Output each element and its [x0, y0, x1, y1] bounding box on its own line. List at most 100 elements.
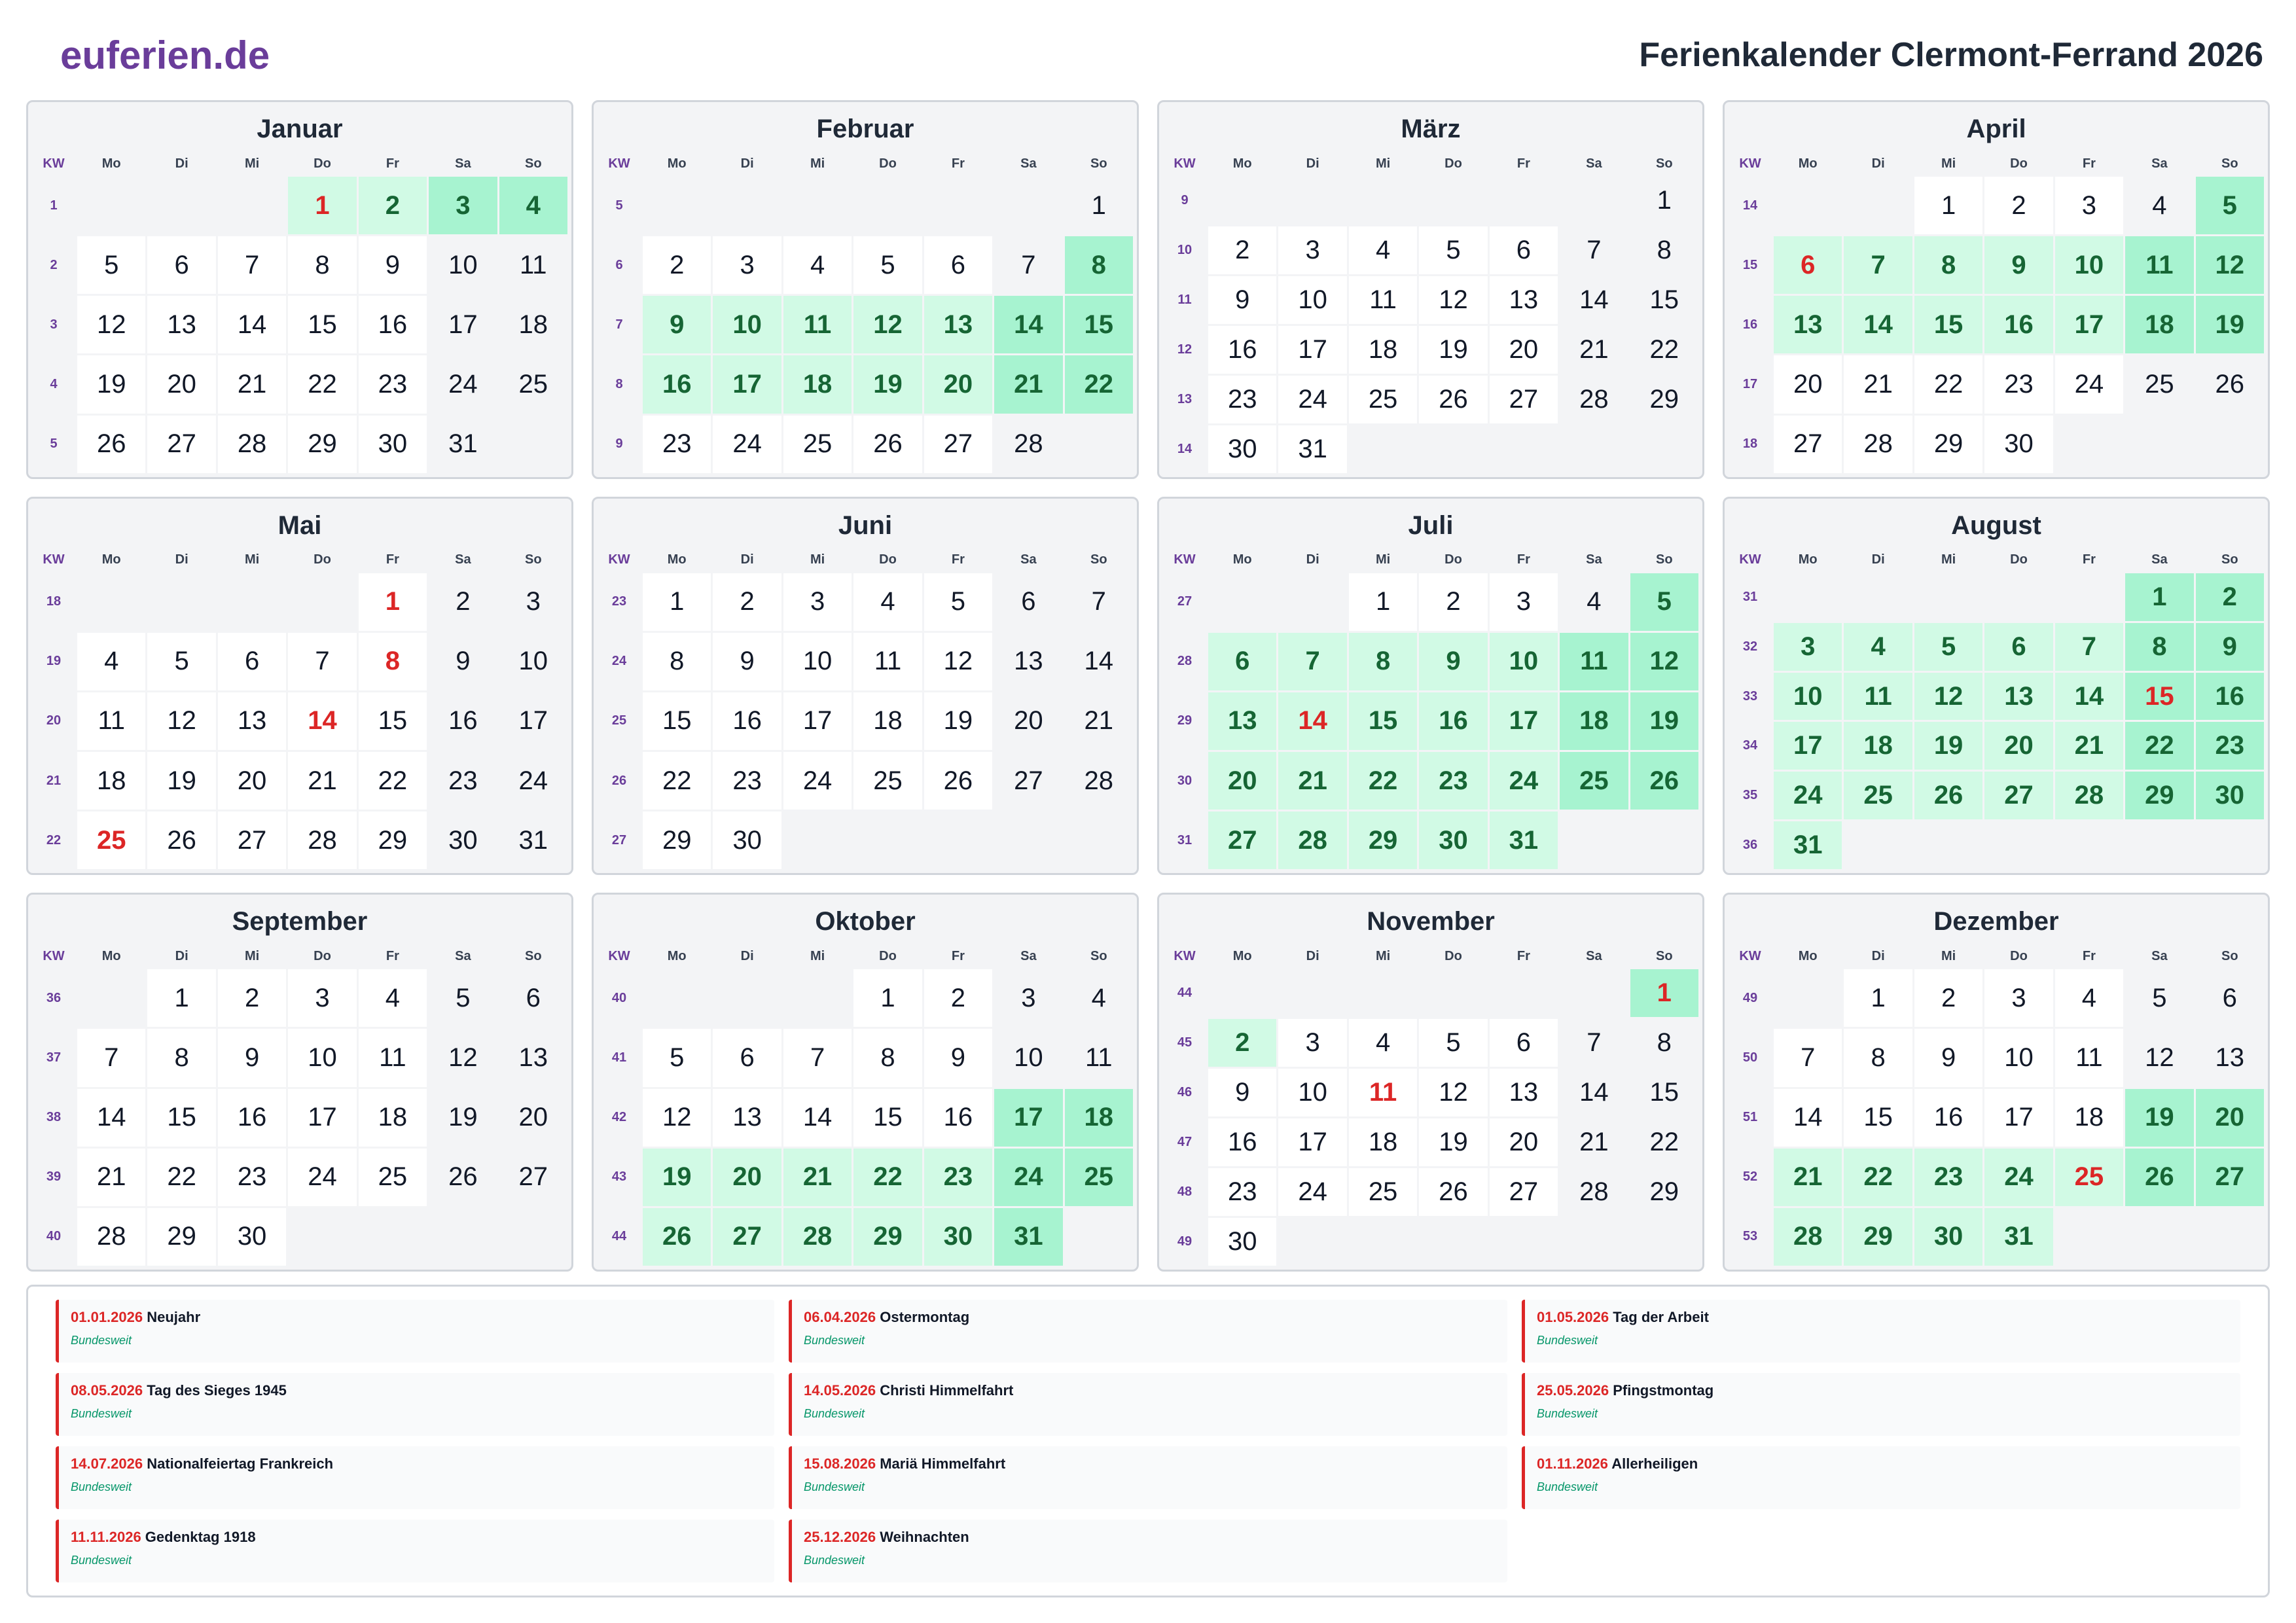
- day-cell[interactable]: 3: [288, 969, 357, 1027]
- day-cell[interactable]: 15: [288, 296, 357, 354]
- vacation-day-cell[interactable]: 5: [1630, 573, 1698, 631]
- holiday-day-cell[interactable]: 1: [358, 573, 427, 631]
- day-cell[interactable]: 23: [358, 355, 427, 414]
- day-cell[interactable]: 11: [1064, 1029, 1133, 1087]
- day-cell[interactable]: 2: [217, 969, 287, 1027]
- vacation-day-cell[interactable]: 13: [924, 296, 993, 354]
- day-cell[interactable]: 25: [2125, 355, 2194, 414]
- vacation-day-cell[interactable]: 20: [1208, 752, 1277, 810]
- day-cell[interactable]: 20: [1774, 355, 1842, 414]
- day-cell[interactable]: 22: [643, 752, 711, 810]
- day-cell[interactable]: 1: [1844, 969, 1912, 1027]
- vacation-day-cell[interactable]: 16: [1984, 296, 2053, 354]
- holiday-day-cell[interactable]: 1: [288, 177, 357, 235]
- vacation-day-cell[interactable]: 10: [713, 296, 781, 354]
- day-cell[interactable]: 6: [994, 573, 1063, 631]
- day-cell[interactable]: 7: [288, 632, 357, 690]
- vacation-day-cell[interactable]: 19: [1914, 722, 1983, 770]
- vacation-day-cell[interactable]: 10: [1489, 632, 1558, 690]
- vacation-day-cell[interactable]: 21: [1278, 752, 1347, 810]
- vacation-day-cell[interactable]: 8: [1064, 236, 1133, 294]
- day-cell[interactable]: 24: [783, 752, 852, 810]
- day-cell[interactable]: 7: [1064, 573, 1133, 631]
- day-cell[interactable]: 17: [783, 692, 852, 751]
- day-cell[interactable]: 27: [1489, 375, 1558, 423]
- day-cell[interactable]: 12: [924, 632, 993, 690]
- day-cell[interactable]: 31: [1278, 425, 1347, 473]
- holiday-day-cell[interactable]: 15: [2125, 672, 2194, 721]
- day-cell[interactable]: 22: [358, 752, 427, 810]
- vacation-day-cell[interactable]: 28: [783, 1207, 852, 1266]
- day-cell[interactable]: 24: [1278, 375, 1347, 423]
- vacation-day-cell[interactable]: 27: [1208, 812, 1277, 870]
- day-cell[interactable]: 3: [1278, 1019, 1347, 1067]
- vacation-day-cell[interactable]: 18: [1560, 692, 1628, 751]
- day-cell[interactable]: 4: [853, 573, 922, 631]
- day-cell[interactable]: 7: [1560, 1019, 1628, 1067]
- day-cell[interactable]: 17: [1278, 1118, 1347, 1167]
- day-cell[interactable]: 9: [429, 632, 497, 690]
- holiday-day-cell[interactable]: 6: [1774, 236, 1842, 294]
- day-cell[interactable]: 22: [147, 1148, 216, 1206]
- vacation-day-cell[interactable]: 19: [643, 1148, 711, 1206]
- day-cell[interactable]: 26: [429, 1148, 497, 1206]
- day-cell[interactable]: 28: [1560, 1168, 1628, 1217]
- day-cell[interactable]: 13: [147, 296, 216, 354]
- day-cell[interactable]: 13: [994, 632, 1063, 690]
- vacation-day-cell[interactable]: 6: [1208, 632, 1277, 690]
- vacation-day-cell[interactable]: 30: [1914, 1207, 1983, 1266]
- vacation-day-cell[interactable]: 4: [1844, 622, 1912, 671]
- day-cell[interactable]: 1: [1914, 177, 1983, 235]
- day-cell[interactable]: 1: [643, 573, 711, 631]
- day-cell[interactable]: 23: [643, 415, 711, 473]
- day-cell[interactable]: 24: [1278, 1168, 1347, 1217]
- vacation-day-cell[interactable]: 10: [2054, 236, 2124, 294]
- day-cell[interactable]: 14: [1560, 276, 1628, 324]
- day-cell[interactable]: 12: [2125, 1029, 2194, 1087]
- day-cell[interactable]: 10: [1278, 1069, 1347, 1117]
- vacation-day-cell[interactable]: 12: [1630, 632, 1698, 690]
- brand-logo-text[interactable]: euferien.de: [60, 33, 270, 78]
- day-cell[interactable]: 14: [1560, 1069, 1628, 1117]
- vacation-day-cell[interactable]: 18: [1064, 1088, 1133, 1147]
- day-cell[interactable]: 18: [853, 692, 922, 751]
- day-cell[interactable]: 8: [1630, 1019, 1698, 1067]
- day-cell[interactable]: 13: [217, 692, 287, 751]
- day-cell[interactable]: 27: [147, 415, 216, 473]
- day-cell[interactable]: 19: [147, 752, 216, 810]
- vacation-day-cell[interactable]: 16: [643, 355, 711, 414]
- day-cell[interactable]: 11: [853, 632, 922, 690]
- day-cell[interactable]: 8: [853, 1029, 922, 1087]
- day-cell[interactable]: 19: [429, 1088, 497, 1147]
- vacation-day-cell[interactable]: 30: [924, 1207, 993, 1266]
- holiday-day-cell[interactable]: 14: [1278, 692, 1347, 751]
- day-cell[interactable]: 17: [288, 1088, 357, 1147]
- day-cell[interactable]: 16: [429, 692, 497, 751]
- day-cell[interactable]: 1: [1064, 177, 1133, 235]
- vacation-day-cell[interactable]: 18: [783, 355, 852, 414]
- day-cell[interactable]: 17: [429, 296, 497, 354]
- day-cell[interactable]: 4: [358, 969, 427, 1027]
- day-cell[interactable]: 27: [1774, 415, 1842, 473]
- holiday-day-cell[interactable]: 11: [1348, 1069, 1418, 1117]
- vacation-day-cell[interactable]: 25: [1844, 772, 1912, 820]
- day-cell[interactable]: 26: [147, 812, 216, 870]
- day-cell[interactable]: 18: [499, 296, 567, 354]
- day-cell[interactable]: 25: [1348, 375, 1418, 423]
- day-cell[interactable]: 12: [643, 1088, 711, 1147]
- day-cell[interactable]: 11: [358, 1029, 427, 1087]
- vacation-day-cell[interactable]: 11: [1844, 672, 1912, 721]
- day-cell[interactable]: 29: [288, 415, 357, 473]
- day-cell[interactable]: 7: [994, 236, 1063, 294]
- day-cell[interactable]: 30: [1208, 1218, 1277, 1266]
- day-cell[interactable]: 10: [429, 236, 497, 294]
- vacation-day-cell[interactable]: 20: [924, 355, 993, 414]
- vacation-day-cell[interactable]: 25: [1560, 752, 1628, 810]
- day-cell[interactable]: 1: [1630, 177, 1698, 224]
- day-cell[interactable]: 28: [994, 415, 1063, 473]
- day-cell[interactable]: 22: [1630, 325, 1698, 374]
- vacation-day-cell[interactable]: 31: [994, 1207, 1063, 1266]
- vacation-day-cell[interactable]: 8: [2125, 622, 2194, 671]
- day-cell[interactable]: 10: [1278, 276, 1347, 324]
- vacation-day-cell[interactable]: 8: [1348, 632, 1418, 690]
